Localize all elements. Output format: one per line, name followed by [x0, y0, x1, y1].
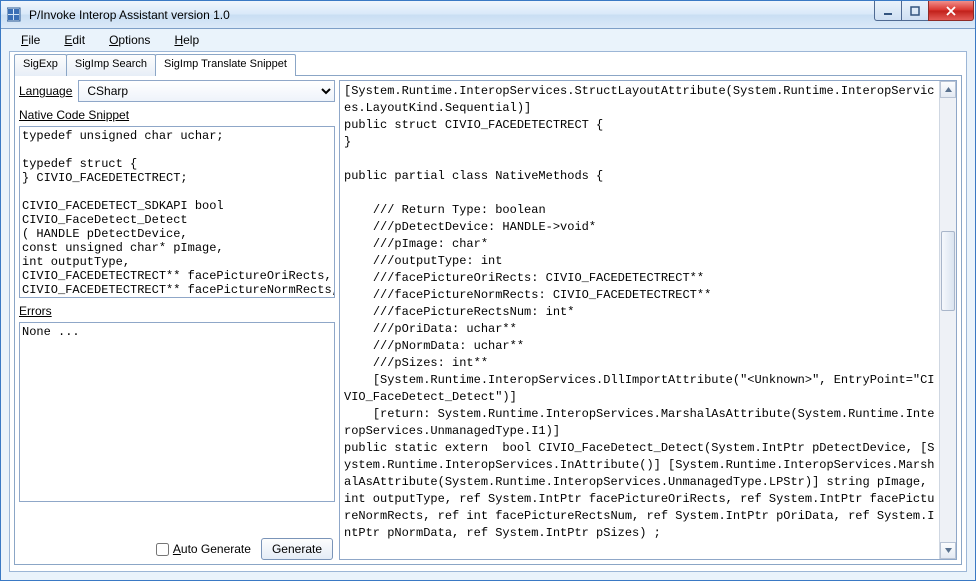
tab-sigexp[interactable]: SigExp [14, 54, 67, 76]
menubar: File Edit Options Help [1, 29, 975, 51]
scroll-down-button[interactable] [940, 542, 956, 559]
maximize-button[interactable] [901, 1, 929, 21]
tab-sigimp-translate[interactable]: SigImp Translate Snippet [155, 54, 296, 76]
scroll-thumb[interactable] [941, 231, 955, 311]
app-icon [7, 7, 23, 23]
language-select[interactable]: CSharp [78, 80, 335, 102]
menu-edit[interactable]: Edit [54, 31, 95, 49]
titlebar[interactable]: P/Invoke Interop Assistant version 1.0 [1, 1, 975, 29]
scroll-track[interactable] [940, 98, 956, 542]
errors-label: Errors [19, 304, 335, 318]
tabstrip: SigExp SigImp Search SigImp Translate Sn… [14, 54, 962, 76]
client-area: SigExp SigImp Search SigImp Translate Sn… [9, 51, 967, 572]
errors-textarea[interactable]: None ... [19, 322, 335, 502]
native-code-textarea[interactable]: typedef unsigned char uchar; typedef str… [19, 126, 335, 298]
output-pane: [System.Runtime.InteropServices.StructLa… [339, 80, 957, 560]
generate-button[interactable]: Generate [261, 538, 333, 560]
close-button[interactable] [928, 1, 974, 21]
language-label: Language [19, 84, 72, 98]
output-textarea[interactable]: [System.Runtime.InteropServices.StructLa… [340, 81, 939, 559]
auto-generate-checkbox[interactable]: Auto Generate [156, 542, 251, 556]
menu-file[interactable]: File [11, 31, 50, 49]
left-pane: Language CSharp Native Code Snippet type… [19, 80, 335, 560]
minimize-button[interactable] [874, 1, 902, 21]
menu-help[interactable]: Help [164, 31, 209, 49]
native-code-label: Native Code Snippet [19, 108, 335, 122]
tab-body: Language CSharp Native Code Snippet type… [14, 75, 962, 565]
auto-generate-input[interactable] [156, 543, 169, 556]
menu-options[interactable]: Options [99, 31, 160, 49]
vertical-scrollbar[interactable] [939, 81, 956, 559]
scroll-up-button[interactable] [940, 81, 956, 98]
window-buttons [874, 1, 974, 21]
tab-sigimp-search[interactable]: SigImp Search [66, 54, 156, 76]
app-window: P/Invoke Interop Assistant version 1.0 F… [0, 0, 976, 581]
window-title: P/Invoke Interop Assistant version 1.0 [29, 8, 874, 22]
